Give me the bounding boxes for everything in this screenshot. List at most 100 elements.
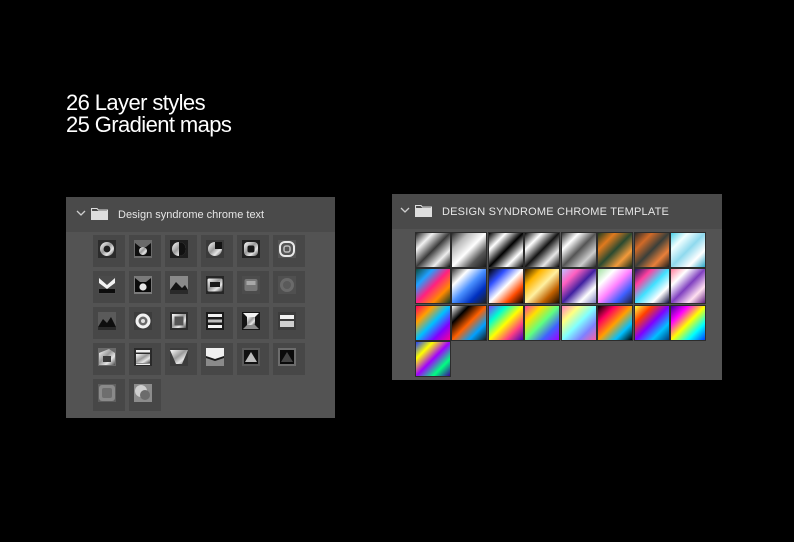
- half-circle-style-thumbnail: [206, 240, 224, 258]
- layer-style-swatch[interactable]: [271, 269, 307, 305]
- pyramid-style-thumbnail: [242, 348, 260, 366]
- soft-square-style-thumbnail: [242, 276, 260, 294]
- layer-style-swatch[interactable]: [199, 269, 235, 305]
- gradient-map-swatch[interactable]: [487, 231, 525, 269]
- gradient-map-swatch[interactable]: [560, 268, 598, 306]
- gradient-preview: [633, 268, 670, 304]
- target-style-thumbnail: [134, 312, 152, 330]
- layer-styles-grid: [91, 233, 307, 413]
- mountain-style-thumbnail: [170, 276, 188, 294]
- gradient-group-header[interactable]: DESIGN SYNDROME CHROME TEMPLATE: [392, 194, 722, 229]
- dim-square-style-thumbnail: [278, 276, 296, 294]
- headline: 26 Layer styles 25 Gradient maps: [66, 90, 232, 137]
- layer-style-swatch[interactable]: [235, 233, 271, 269]
- layer-style-swatch[interactable]: [163, 233, 199, 269]
- gradient-preview: [487, 231, 524, 268]
- gradient-map-swatch[interactable]: [597, 304, 635, 342]
- gradient-map-swatch[interactable]: [414, 268, 452, 306]
- layer-style-swatch[interactable]: [271, 341, 307, 377]
- layer-style-swatch[interactable]: [163, 269, 199, 305]
- gradient-map-swatch[interactable]: [524, 231, 562, 269]
- layer-style-swatch[interactable]: [127, 305, 163, 341]
- gradient-preview: [414, 231, 451, 268]
- gradient-map-swatch[interactable]: [633, 231, 671, 269]
- gradient-preview: [414, 268, 451, 304]
- layer-style-swatch[interactable]: [91, 377, 127, 413]
- gradient-maps-grid: [414, 231, 708, 379]
- gradient-map-swatch[interactable]: [597, 268, 635, 306]
- split-style-thumbnail: [206, 348, 224, 366]
- ring-style-thumbnail: [98, 240, 116, 258]
- bars-style-thumbnail: [206, 312, 224, 330]
- layer-style-swatch[interactable]: [127, 377, 163, 413]
- gradient-map-swatch[interactable]: [451, 304, 489, 342]
- chevron-down-icon[interactable]: [400, 206, 410, 214]
- gradient-map-swatch[interactable]: [633, 268, 671, 306]
- layer-style-swatch[interactable]: [127, 269, 163, 305]
- gradient-preview: [597, 268, 633, 304]
- layer-styles-group-header[interactable]: Design syndrome chrome text: [66, 197, 335, 232]
- gradient-map-swatch[interactable]: [670, 268, 708, 306]
- layer-style-swatch[interactable]: [163, 305, 199, 341]
- gradient-map-swatch[interactable]: [414, 341, 452, 379]
- layer-style-swatch[interactable]: [91, 233, 127, 269]
- blur-light-style-thumbnail: [134, 384, 152, 402]
- gradient-preview: [670, 268, 706, 304]
- gradient-preview: [633, 231, 670, 268]
- layer-style-swatch[interactable]: [235, 269, 271, 305]
- chevron-down-icon[interactable]: [76, 209, 86, 217]
- layer-style-swatch[interactable]: [127, 341, 163, 377]
- gradient-group-title: DESIGN SYNDROME CHROME TEMPLATE: [442, 206, 670, 218]
- layer-style-swatch[interactable]: [235, 341, 271, 377]
- gradient-preview: [560, 304, 597, 341]
- gradient-maps-panel: DESIGN SYNDROME CHROME TEMPLATE: [392, 194, 722, 380]
- gradient-preview: [670, 304, 706, 341]
- gradient-map-swatch[interactable]: [670, 304, 708, 342]
- gradient-preview: [633, 304, 670, 341]
- layer-style-swatch[interactable]: [91, 269, 127, 305]
- pyramid-dark-style-thumbnail: [278, 348, 296, 366]
- gradient-preview: [524, 304, 560, 341]
- layer-style-swatch[interactable]: [91, 341, 127, 377]
- gradient-preview: [670, 231, 706, 268]
- layer-style-swatch[interactable]: [163, 341, 199, 377]
- gradient-map-swatch[interactable]: [524, 304, 562, 342]
- headline-line-1: 26 Layer styles: [66, 90, 206, 115]
- folder-icon: [91, 207, 108, 220]
- bowtie-style-thumbnail: [98, 276, 116, 294]
- layer-style-swatch[interactable]: [271, 233, 307, 269]
- gradient-map-swatch[interactable]: [451, 268, 489, 306]
- gradient-map-swatch[interactable]: [524, 268, 562, 306]
- layer-style-swatch[interactable]: [199, 233, 235, 269]
- gradient-map-swatch[interactable]: [414, 231, 452, 269]
- mountain-dark-style-thumbnail: [98, 312, 116, 330]
- folder-icon: [415, 204, 432, 217]
- headline-line-2: 25 Gradient maps: [66, 112, 232, 137]
- gradient-map-swatch[interactable]: [670, 231, 708, 269]
- gradient-preview: [487, 268, 524, 304]
- layer-style-swatch[interactable]: [271, 305, 307, 341]
- rounded-square-style-thumbnail: [242, 240, 260, 258]
- layer-style-swatch[interactable]: [91, 305, 127, 341]
- layer-style-swatch[interactable]: [127, 233, 163, 269]
- blur-style-thumbnail: [98, 384, 116, 402]
- gradient-map-swatch[interactable]: [414, 304, 452, 342]
- gradient-preview: [560, 268, 597, 304]
- layer-style-swatch[interactable]: [235, 305, 271, 341]
- layer-style-swatch[interactable]: [199, 341, 235, 377]
- gradient-map-swatch[interactable]: [487, 268, 525, 306]
- layer-style-swatch[interactable]: [199, 305, 235, 341]
- gradient-preview: [451, 268, 487, 304]
- gradient-map-swatch[interactable]: [597, 231, 635, 269]
- gradient-preview: [451, 231, 487, 268]
- gradient-preview: [524, 231, 560, 268]
- bevel-square-style-thumbnail: [242, 312, 260, 330]
- gradient-map-swatch[interactable]: [560, 231, 598, 269]
- gradient-map-swatch[interactable]: [487, 304, 525, 342]
- gradient-map-swatch[interactable]: [560, 304, 598, 342]
- gradient-map-swatch[interactable]: [451, 231, 489, 269]
- gradient-preview: [414, 341, 451, 377]
- gradient-map-swatch[interactable]: [633, 304, 671, 342]
- cat-style-thumbnail: [134, 240, 152, 258]
- gradient-preview: [487, 304, 524, 341]
